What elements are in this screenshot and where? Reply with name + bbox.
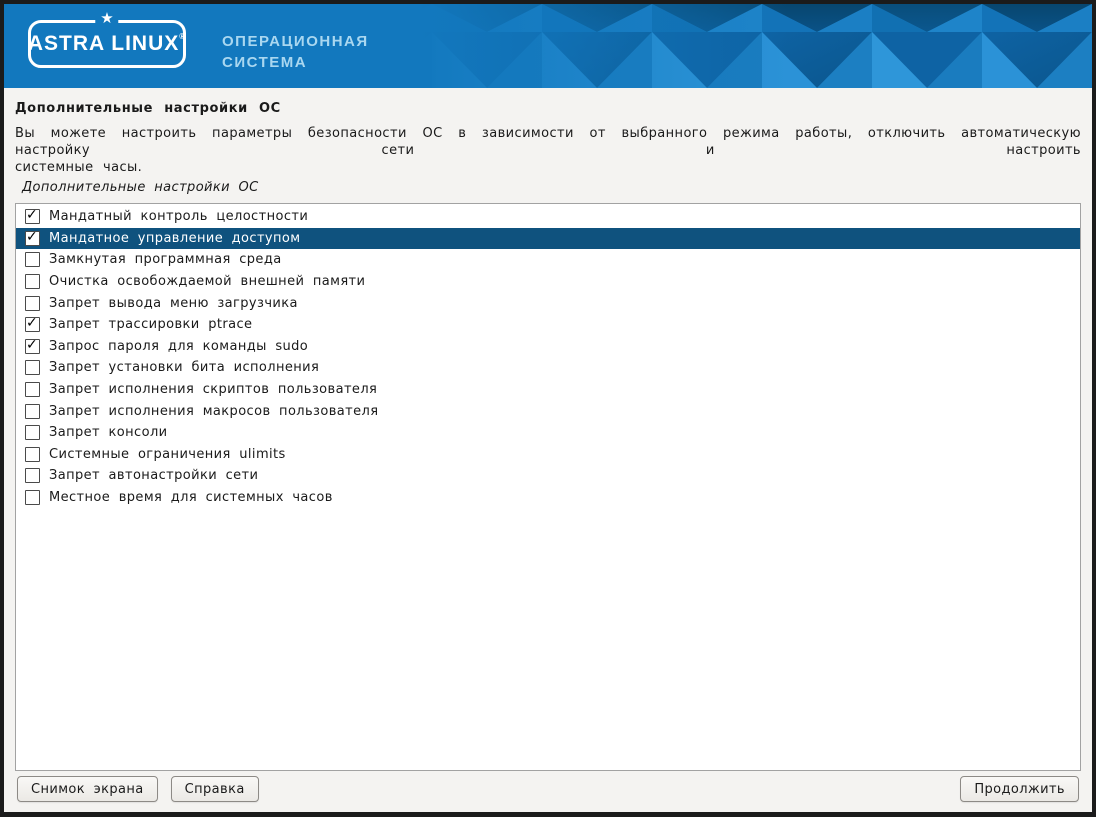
checkbox-unchecked-icon[interactable] [25,296,40,311]
header-banner: ★ ASTRA LINUX® ОПЕРАЦИОННАЯ СИСТЕМА [4,4,1092,88]
option-label: Мандатное управление доступом [49,231,300,246]
list-item[interactable]: Запрет консоли [16,422,1080,444]
option-label: Запрет трассировки ptrace [49,317,252,332]
list-item[interactable]: Запрет исполнения скриптов пользователя [16,379,1080,401]
option-label: Замкнутая программная среда [49,252,282,267]
page-title: Дополнительные настройки ОС [15,101,1081,116]
option-label: Запрет исполнения скриптов пользователя [49,382,377,397]
list-item[interactable]: ✓ Запрос пароля для команды sudo [16,336,1080,358]
main-content: Дополнительные настройки ОС Вы можете на… [4,101,1092,771]
checkbox-unchecked-icon[interactable] [25,252,40,267]
list-item[interactable]: Местное время для системных часов [16,487,1080,509]
checkbox-unchecked-icon[interactable] [25,404,40,419]
tagline-line1: ОПЕРАЦИОННАЯ [222,31,369,52]
option-label: Запрет консоли [49,425,168,440]
help-button[interactable]: Справка [171,776,259,802]
list-item[interactable]: Замкнутая программная среда [16,249,1080,271]
list-item[interactable]: Запрет исполнения макросов пользователя [16,400,1080,422]
list-item[interactable]: Запрет установки бита исполнения [16,357,1080,379]
option-label: Запрет установки бита исполнения [49,360,319,375]
tagline-line2: СИСТЕМА [222,52,369,73]
description-line2: системные часы. [15,159,1081,176]
star-icon: ★ [95,11,118,26]
check-mark: ✓ [26,207,38,223]
checkbox-checked-icon[interactable]: ✓ [25,209,40,224]
logo-text: ASTRA LINUX® [28,32,186,56]
checkbox-unchecked-icon[interactable] [25,447,40,462]
check-mark: ✓ [26,337,38,353]
option-label: Запрет автонастройки сети [49,468,258,483]
checkbox-unchecked-icon[interactable] [25,274,40,289]
options-list[interactable]: ✓ Мандатный контроль целостности ✓ Мандатно… [15,203,1081,771]
list-item[interactable]: Запрет автонастройки сети [16,465,1080,487]
checkbox-unchecked-icon[interactable] [25,360,40,375]
os-tagline: ОПЕРАЦИОННАЯ СИСТЕМА [222,31,369,73]
option-label: Мандатный контроль целостности [49,209,308,224]
option-label: Запрет исполнения макросов пользователя [49,404,378,419]
option-label: Системные ограничения ulimits [49,447,286,462]
list-item[interactable]: ✓ Запрет трассировки ptrace [16,314,1080,336]
option-label: Очистка освобождаемой внешней памяти [49,274,365,289]
registered-mark: ® [179,32,186,41]
list-item[interactable]: Системные ограничения ulimits [16,444,1080,466]
list-item[interactable]: Запрет вывода меню загрузчика [16,292,1080,314]
checkbox-unchecked-icon[interactable] [25,490,40,505]
description-line1: Вы можете настроить параметры безопаснос… [15,125,1081,159]
check-mark: ✓ [26,315,38,331]
installer-window: ★ ASTRA LINUX® ОПЕРАЦИОННАЯ СИСТЕМА Допо… [4,4,1092,812]
continue-button[interactable]: Продолжить [960,776,1079,802]
checkbox-checked-icon[interactable]: ✓ [25,317,40,332]
check-mark: ✓ [26,229,38,245]
option-label: Местное время для системных часов [49,490,333,505]
checkbox-unchecked-icon[interactable] [25,382,40,397]
screenshot-button[interactable]: Снимок экрана [17,776,158,802]
list-item[interactable]: ✓ Мандатное управление доступом [16,228,1080,250]
page-description: Вы можете настроить параметры безопаснос… [15,125,1081,176]
option-label: Запрос пароля для команды sudo [49,339,308,354]
list-item[interactable]: Очистка освобождаемой внешней памяти [16,271,1080,293]
option-label: Запрет вывода меню загрузчика [49,296,298,311]
astra-linux-logo: ★ ASTRA LINUX® [28,20,186,68]
list-item[interactable]: ✓ Мандатный контроль целостности [16,206,1080,228]
checkbox-checked-icon[interactable]: ✓ [25,231,40,246]
checkbox-checked-icon[interactable]: ✓ [25,339,40,354]
checkbox-unchecked-icon[interactable] [25,468,40,483]
options-group-label: Дополнительные настройки ОС [22,179,1081,196]
checkbox-unchecked-icon[interactable] [25,425,40,440]
footer-bar: Снимок экрана Справка Продолжить [4,776,1092,802]
